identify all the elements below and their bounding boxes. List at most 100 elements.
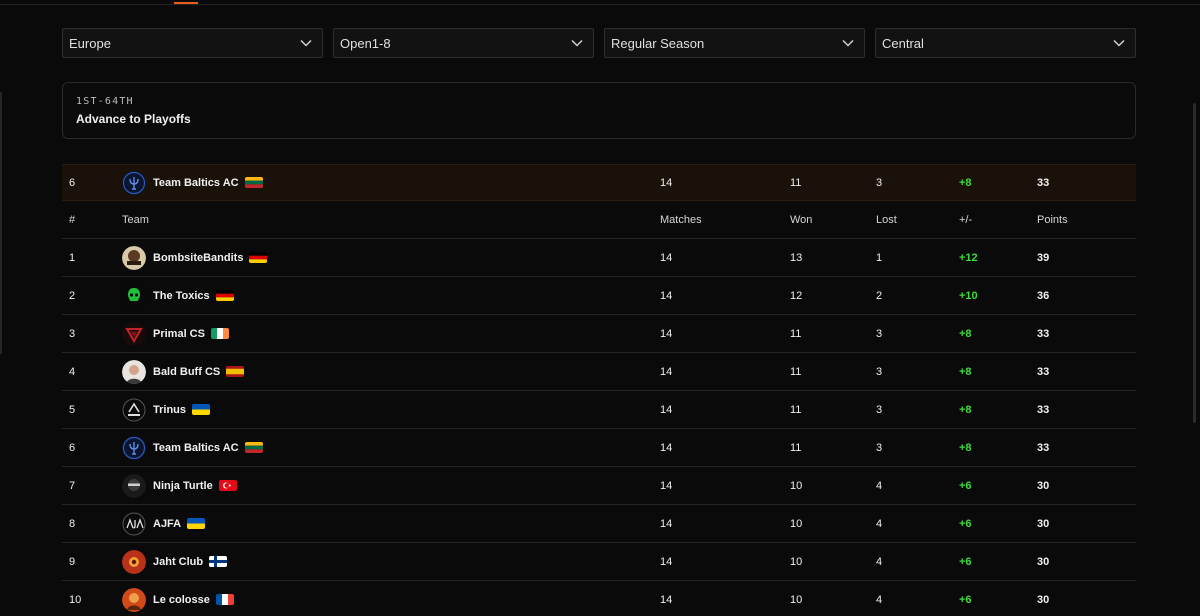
- table-row[interactable]: 7 Ninja Turtle 14 10 4 +6 30: [62, 467, 1136, 505]
- conference-select-value: Central: [882, 35, 924, 51]
- rank-cell: 2: [69, 289, 76, 302]
- lithuania-flag-icon: [244, 177, 263, 188]
- team-name: AJFA: [153, 517, 182, 530]
- matches-cell: 14: [660, 403, 673, 416]
- region-select[interactable]: Europe: [62, 28, 323, 58]
- table-row[interactable]: 9 Jaht Club 14 10 4 +6 30: [62, 543, 1136, 581]
- team-name: Trinus: [153, 403, 187, 416]
- team-cell[interactable]: The Toxics: [122, 277, 234, 314]
- won-cell: 11: [790, 327, 802, 340]
- team-name: Jaht Club: [153, 555, 204, 568]
- won-cell: 12: [790, 289, 803, 302]
- table-row[interactable]: 2 The Toxics 14 12 2 +10 36: [62, 277, 1136, 315]
- lost-cell: 2: [876, 289, 883, 302]
- chevron-down-icon: [571, 39, 583, 47]
- stage-range: 1ST-64TH: [76, 96, 134, 107]
- points-cell: 33: [1037, 176, 1050, 189]
- diff-cell: +10: [959, 289, 978, 302]
- table-row[interactable]: 6 Team Baltics AC 14 11 3 +8 33: [62, 429, 1136, 467]
- rank-cell: 3: [69, 327, 76, 340]
- team-name: BombsiteBandits: [153, 251, 244, 264]
- finland-flag-icon: [209, 556, 228, 567]
- team-cell[interactable]: Jaht Club: [122, 543, 228, 580]
- lithuania-flag-icon: [244, 442, 263, 453]
- team-cell[interactable]: Team Baltics AC: [122, 165, 263, 200]
- table-row[interactable]: 5 Trinus 14 11 3 +8 33: [62, 391, 1136, 429]
- trinus-logo: [122, 397, 146, 422]
- team-cell[interactable]: AJFA: [122, 505, 206, 542]
- matches-cell: 14: [660, 517, 673, 530]
- matches-cell: 14: [660, 289, 673, 302]
- team-cell[interactable]: Bald Buff CS: [122, 353, 245, 390]
- table-row[interactable]: 10 Le colosse 14 10 4 +6 30: [62, 581, 1136, 616]
- header-matches: Matches: [660, 213, 702, 226]
- bombsite-bandits-logo: [122, 245, 146, 270]
- primal-logo: [122, 321, 146, 346]
- standings-table: 6 Team Baltics AC 14 11 3 +8 33 # Team M…: [62, 164, 1136, 616]
- won-cell: 11: [790, 176, 802, 189]
- team-cell[interactable]: Le colosse: [122, 581, 234, 616]
- trident-logo: [122, 435, 146, 460]
- matches-cell: 14: [660, 479, 673, 492]
- rank-cell: 9: [69, 555, 76, 568]
- won-cell: 13: [790, 251, 803, 264]
- team-cell[interactable]: Primal CS: [122, 315, 229, 352]
- division-select[interactable]: Open1-8: [333, 28, 594, 58]
- won-cell: 11: [790, 365, 802, 378]
- diff-cell: +8: [959, 176, 972, 189]
- table-row[interactable]: 3 Primal CS 14 11 3 +8 33: [62, 315, 1136, 353]
- points-cell: 39: [1037, 251, 1050, 264]
- matches-cell: 14: [660, 555, 673, 568]
- diff-cell: +8: [959, 365, 972, 378]
- diff-cell: +6: [959, 555, 972, 568]
- table-row[interactable]: 1 BombsiteBandits 14 13 1 +12 39: [62, 239, 1136, 277]
- lost-cell: 3: [876, 365, 883, 378]
- sun-emblem-logo: [122, 549, 146, 574]
- diff-cell: +8: [959, 403, 972, 416]
- table-row[interactable]: 4 Bald Buff CS 14 11 3 +8 33: [62, 353, 1136, 391]
- lost-cell: 3: [876, 327, 883, 340]
- team-cell[interactable]: Ninja Turtle: [122, 467, 237, 504]
- matches-cell: 14: [660, 365, 673, 378]
- trident-logo: [122, 170, 146, 195]
- header-diff: +/-: [959, 213, 973, 226]
- points-cell: 33: [1037, 327, 1050, 340]
- points-cell: 33: [1037, 441, 1050, 454]
- stage-card: 1ST-64TH Advance to Playoffs: [62, 82, 1136, 139]
- own-team-row[interactable]: 6 Team Baltics AC 14 11 3 +8 33: [62, 164, 1136, 201]
- rank-cell: 6: [69, 176, 76, 189]
- diff-cell: +8: [959, 327, 972, 340]
- chevron-down-icon: [1113, 39, 1125, 47]
- diff-cell: +6: [959, 593, 972, 606]
- points-cell: 36: [1037, 289, 1050, 302]
- team-name: Ninja Turtle: [153, 479, 213, 492]
- team-cell[interactable]: BombsiteBandits: [122, 239, 268, 276]
- lost-cell: 3: [876, 176, 883, 189]
- france-flag-icon: [215, 594, 234, 605]
- points-cell: 30: [1037, 593, 1050, 606]
- colosse-logo: [122, 587, 146, 612]
- ukraine-flag-icon: [187, 518, 206, 529]
- header-points: Points: [1037, 213, 1068, 226]
- season-phase-select[interactable]: Regular Season: [604, 28, 865, 58]
- rank-cell: 4: [69, 365, 76, 378]
- chevron-down-icon: [842, 39, 854, 47]
- matches-cell: 14: [660, 176, 673, 189]
- lost-cell: 3: [876, 403, 883, 416]
- ajfa-logo: [122, 511, 146, 536]
- rank-cell: 1: [69, 251, 76, 264]
- team-cell[interactable]: Trinus: [122, 391, 211, 428]
- header-lost: Lost: [876, 213, 897, 226]
- rank-cell: 8: [69, 517, 76, 530]
- conference-select[interactable]: Central: [875, 28, 1136, 58]
- team-cell[interactable]: Team Baltics AC: [122, 429, 263, 466]
- header-team: Team: [122, 213, 149, 226]
- page-scrollbar[interactable]: [1193, 103, 1196, 423]
- table-row[interactable]: 8 AJFA 14 10 4 +6 30: [62, 505, 1136, 543]
- points-cell: 33: [1037, 365, 1050, 378]
- left-scroll-track: [0, 92, 2, 354]
- header-rank: #: [69, 213, 76, 226]
- points-cell: 30: [1037, 517, 1050, 530]
- team-name: Primal CS: [153, 327, 205, 340]
- lost-cell: 4: [876, 555, 883, 568]
